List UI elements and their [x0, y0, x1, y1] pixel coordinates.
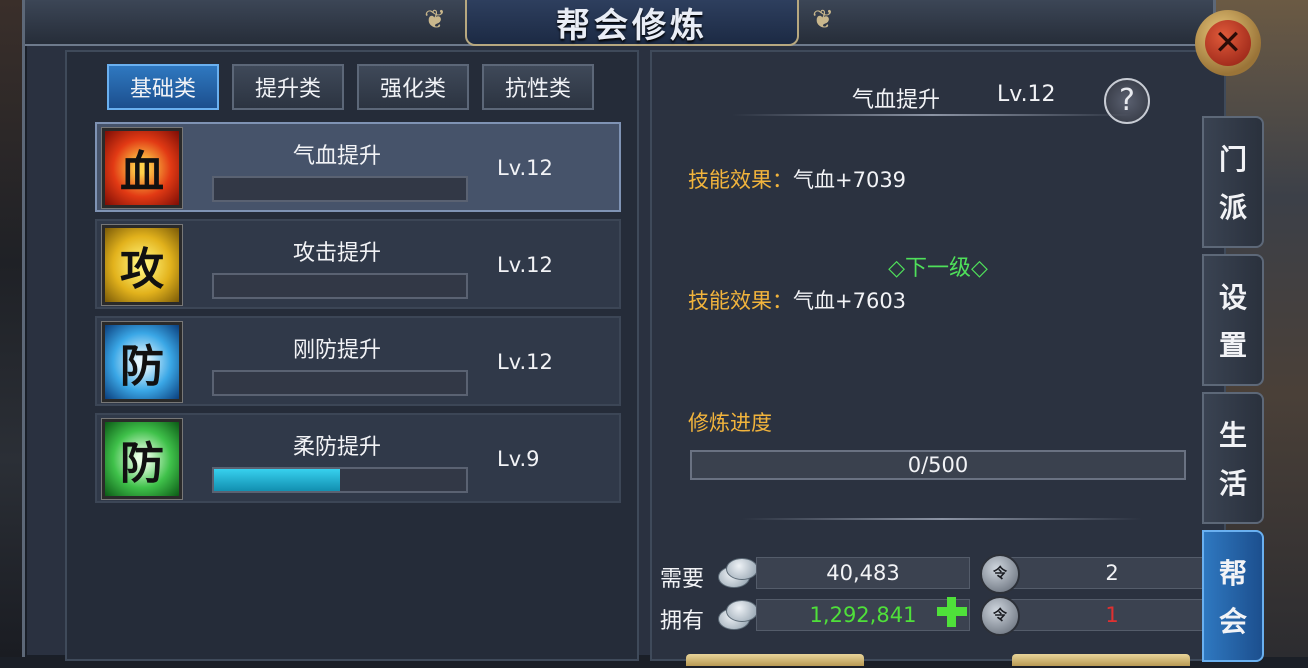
- side-tabs: 门 派 设 置 生 活 帮 会: [1202, 116, 1264, 668]
- training-progress-bar: 0/500: [690, 450, 1186, 480]
- skill-name: 柔防提升: [292, 435, 381, 460]
- side-tab-char: 派: [1218, 191, 1247, 224]
- have-label: 拥有: [660, 609, 705, 634]
- close-icon: ✕: [1205, 20, 1251, 66]
- tab-boost[interactable]: 提升类: [232, 64, 344, 110]
- skill-progress-bar: [212, 370, 468, 396]
- effect-value: 气血+7603: [793, 289, 907, 313]
- need-label: 需要: [660, 567, 705, 592]
- title-ornament-right: ❦: [812, 5, 834, 35]
- skill-progress-bar: [212, 467, 468, 493]
- effect-value: 气血+7039: [793, 168, 907, 192]
- side-tab-char: 置: [1218, 329, 1247, 362]
- side-tab-char: 生: [1218, 419, 1247, 452]
- close-button[interactable]: ✕: [1195, 10, 1261, 76]
- divider: [732, 114, 1132, 116]
- skill-row-attack[interactable]: 攻 攻击提升 Lv.12: [95, 219, 621, 309]
- side-tab-char: 活: [1218, 467, 1247, 500]
- skill-level: Lv.12: [497, 253, 553, 277]
- need-token-value: 2: [1010, 557, 1214, 589]
- skill-name: 攻击提升: [292, 241, 381, 266]
- side-tab-char: 设: [1218, 281, 1247, 314]
- cost-row-need: 需要 40,483 2 令: [660, 554, 1220, 594]
- skill-list-panel: 基础类 提升类 强化类 抗性类 血 气血提升 Lv.12 攻 攻击提升 Lv.1…: [65, 50, 639, 661]
- silver-coin-icon: [718, 598, 758, 632]
- detail-skill-level: Lv.12: [997, 82, 1056, 107]
- skill-detail-panel: 气血提升 Lv.12 ? 技能效果：气血+7039 ◇下一级◇ 技能效果：气血+…: [650, 50, 1226, 666]
- train-button[interactable]: [686, 654, 864, 666]
- guild-token-icon: 令: [980, 596, 1020, 636]
- hp-skill-icon: 血: [101, 127, 183, 209]
- question-icon[interactable]: ?: [1104, 78, 1150, 124]
- title-ornament-left: ❦: [424, 5, 446, 35]
- side-tab-life[interactable]: 生 活: [1202, 392, 1264, 524]
- title-bar: ❦ 帮会修炼 ❦: [25, 0, 1213, 46]
- side-tab-char: 会: [1218, 605, 1247, 638]
- skill-progress-bar: [212, 273, 468, 299]
- divider: [742, 518, 1142, 520]
- plus-icon[interactable]: [934, 594, 970, 630]
- physical-defense-skill-icon: 防: [101, 321, 183, 403]
- tab-resist[interactable]: 抗性类: [482, 64, 594, 110]
- cost-row-have: 拥有 1,292,841 1 令: [660, 596, 1220, 636]
- train-ten-button[interactable]: [1012, 654, 1190, 666]
- skill-row-physical-defense[interactable]: 防 刚防提升 Lv.12: [95, 316, 621, 406]
- side-tab-char: 门: [1218, 143, 1247, 176]
- skill-name: 刚防提升: [292, 338, 381, 363]
- detail-header: 气血提升 Lv.12 ?: [652, 78, 1224, 124]
- silver-coin-icon: [718, 556, 758, 590]
- skill-progress-fill: [214, 469, 340, 491]
- next-effect: 技能效果：气血+7603: [688, 285, 906, 315]
- effect-label: 技能效果：: [688, 289, 793, 313]
- side-tab-sect[interactable]: 门 派: [1202, 116, 1264, 248]
- training-progress-title: 修炼进度: [688, 411, 772, 435]
- category-tabs: 基础类 提升类 强化类 抗性类: [107, 64, 594, 110]
- skill-level: Lv.9: [497, 447, 540, 471]
- skill-row-hp[interactable]: 血 气血提升 Lv.12: [95, 122, 621, 212]
- side-tab-settings[interactable]: 设 置: [1202, 254, 1264, 386]
- tab-basic[interactable]: 基础类: [107, 64, 219, 110]
- detail-skill-name: 气血提升: [852, 88, 941, 113]
- current-effect: 技能效果：气血+7039: [688, 164, 906, 194]
- skill-level: Lv.12: [497, 350, 553, 374]
- skill-row-magic-defense[interactable]: 防 柔防提升 Lv.9: [95, 413, 621, 503]
- attack-skill-icon: 攻: [101, 224, 183, 306]
- side-tab-char: 帮: [1218, 557, 1247, 590]
- tab-enhance[interactable]: 强化类: [357, 64, 469, 110]
- title-plate: 帮会修炼: [465, 0, 799, 46]
- magic-defense-skill-icon: 防: [101, 418, 183, 500]
- next-level-heading: ◇下一级◇: [888, 256, 988, 281]
- guild-training-window: ❦ 帮会修炼 ❦ 基础类 提升类 强化类 抗性类 血 气血提升 Lv.12 攻: [22, 0, 1261, 666]
- side-tab-guild[interactable]: 帮 会: [1202, 530, 1264, 662]
- have-token-value: 1: [1010, 599, 1214, 631]
- skill-progress-bar: [212, 176, 468, 202]
- effect-label: 技能效果：: [688, 168, 793, 192]
- window-title: 帮会修炼: [556, 5, 708, 46]
- skill-level: Lv.12: [497, 156, 553, 180]
- skill-name: 气血提升: [292, 144, 381, 169]
- guild-token-icon: 令: [980, 554, 1020, 594]
- need-silver-value: 40,483: [756, 557, 970, 589]
- skill-list: 血 气血提升 Lv.12 攻 攻击提升 Lv.12 防 刚防提升 Lv.12 防…: [95, 122, 621, 510]
